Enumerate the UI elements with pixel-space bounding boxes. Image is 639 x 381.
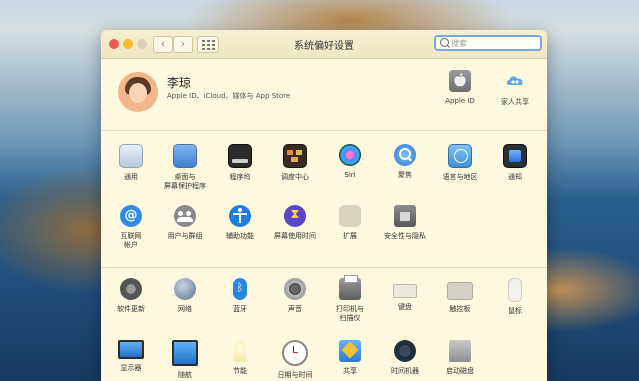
lightbulb-icon [234, 340, 246, 362]
family-sharing-label: 家人共享 [501, 98, 529, 106]
trackpad-icon [447, 282, 473, 300]
keyboard-icon [393, 284, 417, 298]
pref-language-region[interactable]: 语言与地区 [432, 144, 488, 182]
at-sign-icon: @ [120, 205, 142, 227]
printer-icon [339, 275, 361, 300]
account-subtitle[interactable]: Apple ID、iCloud、媒体与 App Store [167, 91, 290, 101]
prefs-section-hardware: 软件更新 网络 ᛒ 蓝牙 声音 打印机与 扫描仪 键盘 触控板 鼠标 显示器 随… [101, 268, 547, 381]
pref-spotlight[interactable]: 聚焦 [377, 144, 433, 180]
pref-general[interactable]: 通用 [103, 144, 159, 182]
account-header: 李琼 Apple ID、iCloud、媒体与 App Store Apple I… [101, 58, 547, 131]
users-groups-icon [174, 205, 196, 227]
hourglass-icon: ⧗ [284, 205, 306, 227]
pref-security-privacy[interactable]: 安全性与隐私 [377, 205, 433, 241]
siri-icon [339, 144, 361, 166]
system-preferences-window: ‹ › 系统偏好设置 搜索 李琼 Apple ID、iCloud、媒体与 App… [101, 30, 547, 381]
mouse-icon [508, 278, 522, 302]
pref-printers-scanners[interactable]: 打印机与 扫描仪 [322, 275, 378, 323]
pref-software-update[interactable]: 软件更新 [103, 278, 159, 314]
security-house-icon [394, 205, 416, 227]
sidecar-icon [172, 340, 198, 366]
pref-energy-saver[interactable]: 节能 [212, 340, 268, 376]
pref-notifications[interactable]: 通知 [487, 144, 543, 182]
pref-extensions[interactable]: 扩展 [322, 205, 378, 241]
time-machine-icon [394, 340, 416, 362]
desktop-screensaver-icon [173, 144, 197, 168]
sharing-icon [339, 340, 361, 362]
globe-icon [174, 278, 196, 300]
pref-desktop-screensaver[interactable]: 桌面与 屏幕保护程序 [157, 144, 213, 191]
avatar[interactable] [118, 72, 158, 112]
puzzle-icon [339, 205, 361, 227]
search-icon [440, 38, 449, 47]
pref-network[interactable]: 网络 [157, 278, 213, 314]
pref-sidecar[interactable]: 随航 [157, 340, 213, 380]
speaker-icon [284, 278, 306, 300]
dock-icon [228, 144, 252, 168]
apple-id-icon[interactable] [449, 70, 471, 92]
user-name: 李琼 [167, 76, 192, 90]
hard-disk-icon [449, 340, 471, 362]
family-sharing-icon[interactable] [504, 70, 526, 92]
pref-startup-disk[interactable]: 启动磁盘 [432, 340, 488, 376]
apple-id-label: Apple ID [445, 97, 475, 105]
gear-icon [120, 278, 142, 300]
pref-accessibility[interactable]: 辅助功能 [212, 205, 268, 241]
display-icon [118, 340, 144, 359]
pref-bluetooth[interactable]: ᛒ 蓝牙 [212, 278, 268, 314]
general-icon [119, 144, 143, 168]
pref-users-groups[interactable]: 用户与群组 [157, 205, 213, 241]
pref-mouse[interactable]: 鼠标 [487, 278, 543, 316]
mission-control-icon [283, 144, 307, 168]
pref-dock[interactable]: 程序坞 [212, 144, 268, 182]
pref-screen-time[interactable]: ⧗ 屏幕使用时间 [267, 205, 323, 241]
search-field[interactable]: 搜索 [434, 35, 542, 51]
pref-sound[interactable]: 声音 [267, 278, 323, 314]
language-region-icon [448, 144, 472, 168]
pref-trackpad[interactable]: 触控板 [432, 278, 488, 314]
clock-icon [282, 340, 308, 366]
pref-time-machine[interactable]: 时间机器 [377, 340, 433, 376]
prefs-section-personal: 通用 桌面与 屏幕保护程序 程序坞 调度中心 Siri 聚焦 语言与地区 通知 … [101, 130, 547, 268]
bluetooth-icon: ᛒ [233, 278, 247, 300]
pref-mission-control[interactable]: 调度中心 [267, 144, 323, 182]
pref-date-time[interactable]: 日期与时间 [267, 340, 323, 380]
pref-internet-accounts[interactable]: @ 互联网 帐户 [103, 205, 159, 250]
pref-displays[interactable]: 显示器 [103, 340, 159, 373]
pref-keyboard[interactable]: 键盘 [377, 278, 433, 312]
notifications-icon [503, 144, 527, 168]
spotlight-icon [394, 144, 416, 166]
accessibility-icon [229, 205, 251, 227]
title-bar: ‹ › 系统偏好设置 搜索 [101, 30, 547, 59]
search-placeholder: 搜索 [451, 39, 467, 48]
pref-sharing[interactable]: 共享 [322, 340, 378, 376]
pref-siri[interactable]: Siri [322, 144, 378, 180]
